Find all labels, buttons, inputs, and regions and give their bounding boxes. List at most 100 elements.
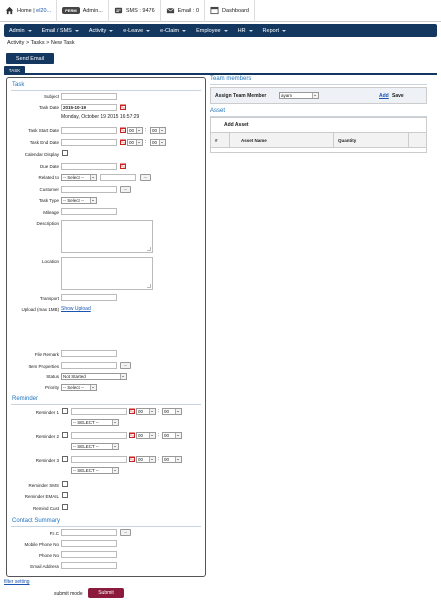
task-type-select[interactable]: -- Select -- bbox=[61, 197, 97, 204]
reminder-2-hour-select[interactable]: 00 bbox=[136, 432, 156, 439]
customer-lookup-button[interactable]: ... bbox=[120, 186, 131, 193]
calendar-icon[interactable] bbox=[129, 432, 135, 438]
reminder-2-select[interactable]: -- SELECT -- bbox=[71, 443, 119, 450]
reminder-2-label: Reminder 2 bbox=[35, 434, 59, 439]
add-asset-button[interactable]: Add Asset bbox=[224, 122, 249, 128]
asset-panel: Add Asset # Asset Name Quantity bbox=[210, 117, 427, 153]
pic-lookup-button[interactable]: ... bbox=[120, 529, 131, 536]
description-textarea[interactable] bbox=[61, 220, 153, 253]
tab-task[interactable]: TASK bbox=[4, 66, 25, 75]
end-hour-select[interactable]: 00 bbox=[127, 139, 143, 146]
nav-report[interactable]: Report bbox=[258, 24, 292, 37]
reminder-1-minute-select[interactable]: 00 bbox=[162, 408, 182, 415]
home-item[interactable]: Home | el20... bbox=[0, 0, 58, 22]
reminder-section-title: Reminder bbox=[12, 396, 39, 402]
transport-input[interactable] bbox=[61, 294, 117, 301]
email-address-input[interactable] bbox=[61, 562, 117, 569]
reminder-1-select[interactable]: -- SELECT -- bbox=[71, 419, 119, 426]
home-link[interactable]: el20... bbox=[36, 8, 51, 14]
team-members-title: Team members bbox=[210, 76, 252, 82]
save-team-link[interactable]: Save bbox=[392, 93, 404, 99]
reminder-sms-checkbox[interactable] bbox=[62, 481, 68, 487]
priority-select[interactable]: -- Select -- bbox=[61, 384, 97, 391]
task-date-input[interactable]: 2015-10-19 bbox=[61, 104, 117, 111]
related-lookup-button[interactable]: ... bbox=[140, 174, 151, 181]
mileage-input[interactable] bbox=[61, 208, 117, 215]
reminder-3-checkbox[interactable] bbox=[62, 456, 68, 462]
end-date-label: Task End Date bbox=[29, 140, 59, 145]
nav-email-sms[interactable]: Email / SMS bbox=[37, 24, 84, 37]
end-minute-select[interactable]: 00 bbox=[150, 139, 166, 146]
reminder-2-minute-select[interactable]: 00 bbox=[162, 432, 182, 439]
nav-activity[interactable]: Activity bbox=[84, 24, 118, 37]
item-properties-lookup-button[interactable]: ... bbox=[120, 362, 131, 369]
calendar-icon[interactable] bbox=[129, 408, 135, 414]
calendar-icon[interactable] bbox=[120, 139, 126, 145]
send-email-button[interactable]: Send Email bbox=[6, 53, 54, 64]
remind-cust-checkbox[interactable] bbox=[62, 504, 68, 510]
related-to-select[interactable]: -- Select -- bbox=[61, 174, 97, 181]
reminder-3-select[interactable]: -- SELECT -- bbox=[71, 467, 119, 474]
phone-input[interactable] bbox=[61, 551, 117, 558]
file-remark-input[interactable] bbox=[61, 350, 117, 357]
chevron-down-icon bbox=[109, 29, 114, 32]
nav-employee[interactable]: Employee bbox=[191, 24, 232, 37]
task-section-title: Task bbox=[12, 82, 25, 88]
description-label: Description bbox=[36, 221, 59, 226]
related-to-input[interactable] bbox=[100, 174, 136, 181]
sms-label: SMS : 9476 bbox=[125, 7, 155, 14]
calendar-icon[interactable] bbox=[129, 456, 135, 462]
chevron-down-icon bbox=[182, 29, 187, 32]
filter-setting-link[interactable]: filter setting bbox=[4, 579, 30, 585]
start-minute-select[interactable]: 00 bbox=[150, 127, 166, 134]
item-properties-input[interactable] bbox=[61, 362, 117, 369]
email-item[interactable]: Email : 0 bbox=[161, 0, 206, 22]
calendar-display-checkbox[interactable] bbox=[62, 150, 68, 156]
mobile-input[interactable] bbox=[61, 540, 117, 547]
main-nav: Admin Email / SMS Activity e-Leave e-Cla… bbox=[4, 24, 437, 37]
add-team-link[interactable]: Add bbox=[379, 93, 389, 99]
reminder-3-date-input[interactable] bbox=[71, 456, 127, 463]
pic-input[interactable] bbox=[61, 529, 117, 536]
reminder-3-minute-select[interactable]: 00 bbox=[162, 456, 182, 463]
reminder-2-date-input[interactable] bbox=[71, 432, 127, 439]
customer-input[interactable] bbox=[61, 186, 117, 193]
reminder-2-checkbox[interactable] bbox=[62, 432, 68, 438]
status-select[interactable]: Not Started bbox=[61, 373, 127, 380]
chevron-down-icon bbox=[248, 29, 253, 32]
admin-item[interactable]: PERM Admin... bbox=[57, 0, 109, 22]
reminder-3-hour-select[interactable]: 00 bbox=[136, 456, 156, 463]
reminder-1-checkbox[interactable] bbox=[62, 408, 68, 414]
status-label: Status bbox=[46, 374, 59, 379]
task-type-label: Task Type bbox=[38, 198, 59, 203]
contact-section-title: Contact Summary bbox=[12, 518, 61, 524]
nav-e-claim[interactable]: e-Claim bbox=[155, 24, 191, 37]
home-icon bbox=[5, 6, 14, 15]
show-upload-link[interactable]: Show Upload bbox=[61, 306, 91, 312]
location-textarea[interactable] bbox=[61, 257, 153, 290]
start-date-input[interactable] bbox=[61, 127, 117, 134]
nav-hr[interactable]: HR bbox=[233, 24, 258, 37]
end-date-input[interactable] bbox=[61, 139, 117, 146]
due-date-label: Due Date bbox=[39, 164, 59, 169]
calendar-icon[interactable] bbox=[120, 163, 126, 169]
subject-label: Subject bbox=[43, 94, 59, 99]
nav-admin[interactable]: Admin bbox=[4, 24, 37, 37]
subject-input[interactable] bbox=[61, 93, 117, 100]
start-hour-select[interactable]: 00 bbox=[127, 127, 143, 134]
calendar-icon[interactable] bbox=[120, 104, 126, 110]
assign-team-select[interactable]: ayam bbox=[279, 92, 319, 99]
divider bbox=[11, 404, 201, 405]
reminder-1-date-input[interactable] bbox=[71, 408, 127, 415]
home-label: Home | bbox=[17, 7, 37, 14]
reminder-1-hour-select[interactable]: 00 bbox=[136, 408, 156, 415]
submit-button[interactable]: Submit bbox=[88, 588, 124, 598]
reminder-email-checkbox[interactable] bbox=[62, 492, 68, 498]
sms-item[interactable]: SMS : 9476 bbox=[109, 0, 161, 22]
calendar-icon[interactable] bbox=[120, 127, 126, 133]
due-date-input[interactable] bbox=[61, 163, 117, 170]
related-to-label: Related to bbox=[38, 175, 59, 180]
divider bbox=[210, 84, 427, 85]
dashboard-item[interactable]: Dashboard bbox=[205, 0, 255, 22]
nav-e-leave[interactable]: e-Leave bbox=[118, 24, 155, 37]
